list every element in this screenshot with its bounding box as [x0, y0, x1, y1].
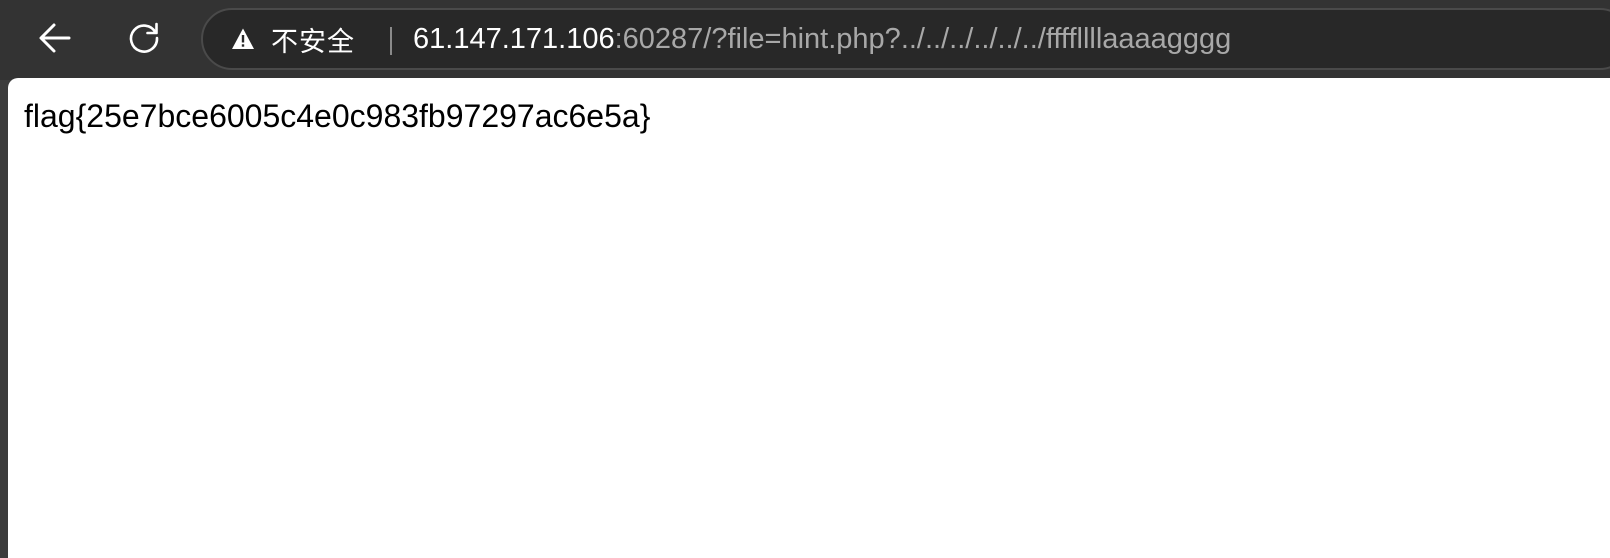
address-bar[interactable]: 不安全 61.147.171.106:60287/?file=hint.php?… [201, 8, 1610, 70]
site-security-chip[interactable]: 不安全 [231, 10, 355, 68]
url-path: :60287/?file=hint.php?../../../../../../… [614, 23, 1232, 55]
reload-icon [129, 22, 159, 53]
flag-text: flag{25e7bce6005c4e0c983fb97297ac6e5a} [24, 98, 651, 134]
url-host: 61.147.171.106 [413, 23, 615, 55]
arrow-left-icon [39, 23, 71, 53]
omnibox-divider [390, 27, 392, 55]
security-label: 不安全 [271, 26, 355, 58]
warning-triangle-icon [231, 27, 255, 51]
url-field[interactable]: 61.147.171.106:60287/?file=hint.php?../.… [413, 10, 1231, 68]
browser-toolbar: 不安全 61.147.171.106:60287/?file=hint.php?… [0, 0, 1610, 80]
back-button[interactable] [27, 10, 83, 66]
reload-button[interactable] [116, 10, 172, 66]
page-viewport: flag{25e7bce6005c4e0c983fb97297ac6e5a} [8, 78, 1610, 558]
